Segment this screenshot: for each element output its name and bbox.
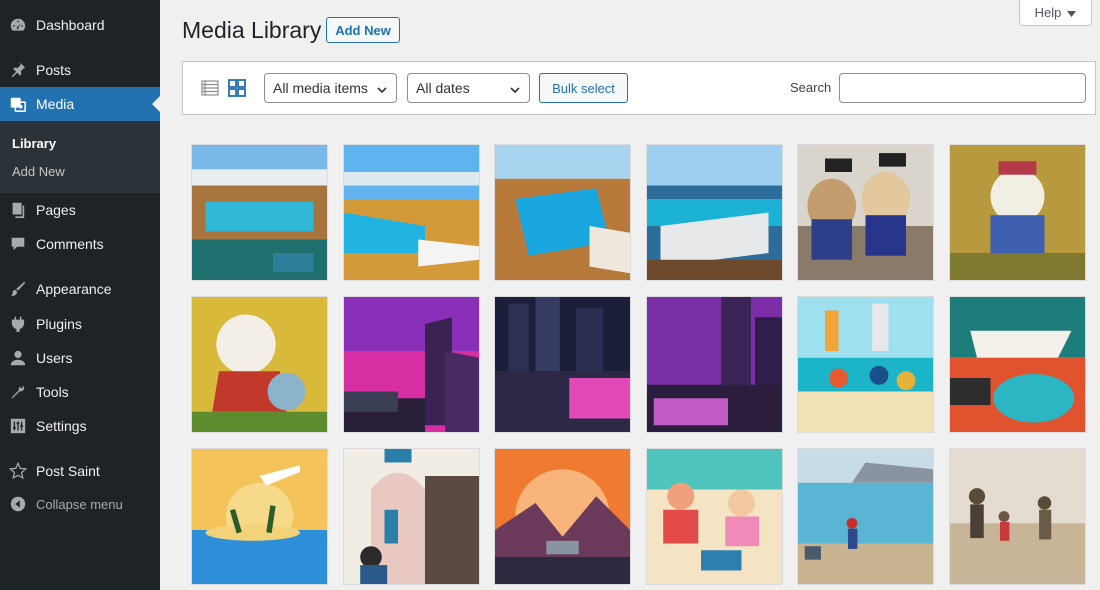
sidebar-item-label: Settings	[36, 418, 87, 434]
media-thumbnail[interactable]	[646, 144, 783, 281]
sidebar-item-label: Comments	[36, 236, 104, 252]
sidebar-item-label: Dashboard	[36, 17, 105, 33]
sidebar-item-comments[interactable]: Comments	[0, 227, 160, 261]
search-label: Search	[790, 80, 832, 95]
chevron-down-icon	[376, 83, 388, 99]
collapse-menu-button[interactable]: Collapse menu	[0, 487, 160, 521]
help-tab-button[interactable]: Help	[1019, 0, 1092, 26]
grid-view-icon[interactable]	[227, 78, 247, 98]
current-menu-arrow	[152, 96, 160, 112]
star-icon	[0, 462, 36, 480]
sidebar-item-label: Media	[36, 96, 75, 112]
sidebar-item-settings[interactable]: Settings	[0, 409, 160, 443]
sidebar-item-users[interactable]: Users	[0, 341, 160, 375]
media-thumbnail[interactable]	[949, 448, 1086, 585]
comment-icon	[0, 235, 36, 253]
sidebar-item-tools[interactable]: Tools	[0, 375, 160, 409]
sidebar-item-label: Posts	[36, 62, 72, 78]
sidebar-item-post-saint[interactable]: Post Saint	[0, 454, 160, 488]
bulk-select-button[interactable]: Bulk select	[539, 73, 628, 103]
media-thumbnail[interactable]	[191, 296, 328, 433]
media-thumbnail[interactable]	[797, 296, 934, 433]
media-icon	[0, 95, 36, 113]
submenu-item-library[interactable]: Library	[12, 136, 56, 151]
media-thumbnail[interactable]	[343, 448, 480, 585]
collapse-menu-label: Collapse menu	[36, 496, 123, 512]
sidebar-item-label: Pages	[36, 202, 76, 218]
media-thumbnail[interactable]	[797, 144, 934, 281]
media-thumbnail[interactable]	[646, 296, 783, 433]
user-icon	[0, 349, 36, 367]
help-label: Help	[1034, 5, 1062, 20]
wrench-icon	[0, 383, 36, 401]
sliders-icon	[0, 417, 36, 435]
media-thumbnail[interactable]	[191, 448, 328, 585]
sidebar-item-pages[interactable]: Pages	[0, 193, 160, 227]
media-toolbar: All media items All dates Bulk select Se…	[182, 61, 1096, 115]
date-filter-value: All dates	[416, 80, 470, 96]
media-type-filter[interactable]: All media items	[264, 73, 397, 103]
media-thumbnail[interactable]	[494, 448, 631, 585]
pin-icon	[0, 61, 36, 79]
media-type-filter-value: All media items	[273, 80, 368, 96]
sidebar-item-label: Tools	[36, 384, 69, 400]
pages-icon	[0, 201, 36, 219]
collapse-arrow-icon	[0, 495, 36, 513]
media-thumbnail[interactable]	[343, 144, 480, 281]
sidebar-item-plugins[interactable]: Plugins	[0, 307, 160, 341]
sidebar-item-appearance[interactable]: Appearance	[0, 272, 160, 306]
media-submenu: Library Add New	[0, 121, 160, 193]
search-input[interactable]	[839, 73, 1086, 103]
plug-icon	[0, 315, 36, 333]
date-filter[interactable]: All dates	[407, 73, 530, 103]
list-view-icon[interactable]	[200, 78, 220, 98]
sidebar-item-posts[interactable]: Posts	[0, 53, 160, 87]
admin-sidebar: Dashboard Posts Media Library Add New Pa…	[0, 0, 160, 590]
sidebar-item-label: Appearance	[36, 281, 112, 297]
media-thumbnail[interactable]	[797, 448, 934, 585]
media-thumbnail[interactable]	[949, 144, 1086, 281]
page-title: Media Library	[182, 17, 322, 43]
media-thumbnail[interactable]	[494, 144, 631, 281]
media-thumbnail[interactable]	[646, 448, 783, 585]
media-thumbnail[interactable]	[949, 296, 1086, 433]
chevron-down-icon	[509, 83, 521, 99]
add-new-button[interactable]: Add New	[326, 17, 400, 43]
sidebar-item-label: Users	[36, 350, 73, 366]
submenu-item-add-new[interactable]: Add New	[12, 164, 65, 179]
media-thumbnail[interactable]	[494, 296, 631, 433]
brush-icon	[0, 280, 36, 298]
dashboard-icon	[0, 16, 36, 34]
media-thumbnail[interactable]	[343, 296, 480, 433]
sidebar-item-label: Post Saint	[36, 463, 100, 479]
sidebar-item-dashboard[interactable]: Dashboard	[0, 8, 160, 42]
media-thumbnail[interactable]	[191, 144, 328, 281]
sidebar-item-media[interactable]: Media	[0, 87, 160, 121]
sidebar-item-label: Plugins	[36, 316, 82, 332]
caret-down-icon	[1067, 5, 1077, 20]
